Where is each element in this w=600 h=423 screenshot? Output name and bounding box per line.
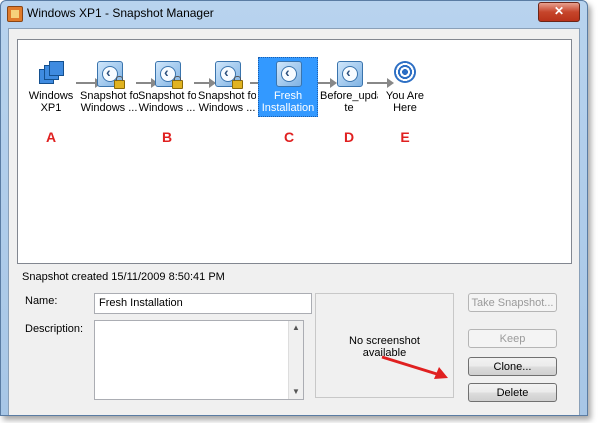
snapshot-node-current-state[interactable]: Windows XP1 [22,58,80,114]
node-label: Snapshot for Windows ... [80,90,138,114]
red-arrow-annotation-icon [381,355,448,379]
keep-button[interactable]: Keep [468,329,557,348]
annotation-letter-c: C [283,129,295,145]
snapshot-clock-icon [337,61,363,87]
snapshot-node[interactable]: Snapshot for Windows ... [138,58,196,114]
window-title: Windows XP1 - Snapshot Manager [27,6,214,20]
delete-button[interactable]: Delete [468,383,557,402]
title-bar[interactable]: Windows XP1 - Snapshot Manager ✕ [1,1,587,27]
node-label: Snapshot for Windows ... [138,90,196,114]
you-are-here-icon [394,61,416,83]
snapshot-tree: Windows XP1 Snapshot for Windows ... Sna… [17,39,572,264]
annotation-letter-d: D [343,129,355,145]
snapshot-node-you-are-here[interactable]: You Are Here [376,58,434,114]
take-snapshot-button[interactable]: Take Snapshot... [468,293,557,312]
name-field[interactable]: Fresh Installation [94,293,312,314]
snapshot-created-text: Snapshot created 15/11/2009 8:50:41 PM [22,271,225,283]
lock-icon [172,76,183,89]
client-area: Windows XP1 Snapshot for Windows ... Sna… [8,28,580,415]
snapshot-clock-icon [276,61,302,87]
lock-icon [114,76,125,89]
node-label: Before_upda te [320,90,378,114]
description-scrollbar[interactable]: ▲ ▼ [288,321,303,399]
snapshot-node[interactable]: Before_upda te [320,58,378,114]
snapshot-node-selected[interactable]: Fresh Installation [258,57,318,117]
description-field[interactable]: ▲ ▼ [94,320,304,400]
clone-button[interactable]: Clone... [468,357,557,376]
node-label: Fresh Installation [261,90,315,114]
node-label: You Are Here [385,90,425,114]
annotation-letter-b: B [161,129,173,145]
virtual-machine-icon [39,61,64,85]
app-icon [7,6,23,22]
snapshot-manager-window: Windows XP1 - Snapshot Manager ✕ Windows… [0,0,588,416]
node-label: Snapshot for Windows ... [198,90,256,114]
scroll-down-icon[interactable]: ▼ [289,385,303,399]
annotation-letter-a: A [45,129,57,145]
scroll-up-icon[interactable]: ▲ [289,321,303,335]
description-label: Description: [25,323,84,335]
snapshot-node[interactable]: Snapshot for Windows ... [198,58,256,114]
snapshot-node[interactable]: Snapshot for Windows ... [80,58,138,114]
annotation-letter-e: E [400,129,410,145]
node-label: Windows XP1 [28,90,74,114]
close-button[interactable]: ✕ [538,2,580,22]
lock-icon [232,76,243,89]
name-label: Name: [25,295,58,307]
